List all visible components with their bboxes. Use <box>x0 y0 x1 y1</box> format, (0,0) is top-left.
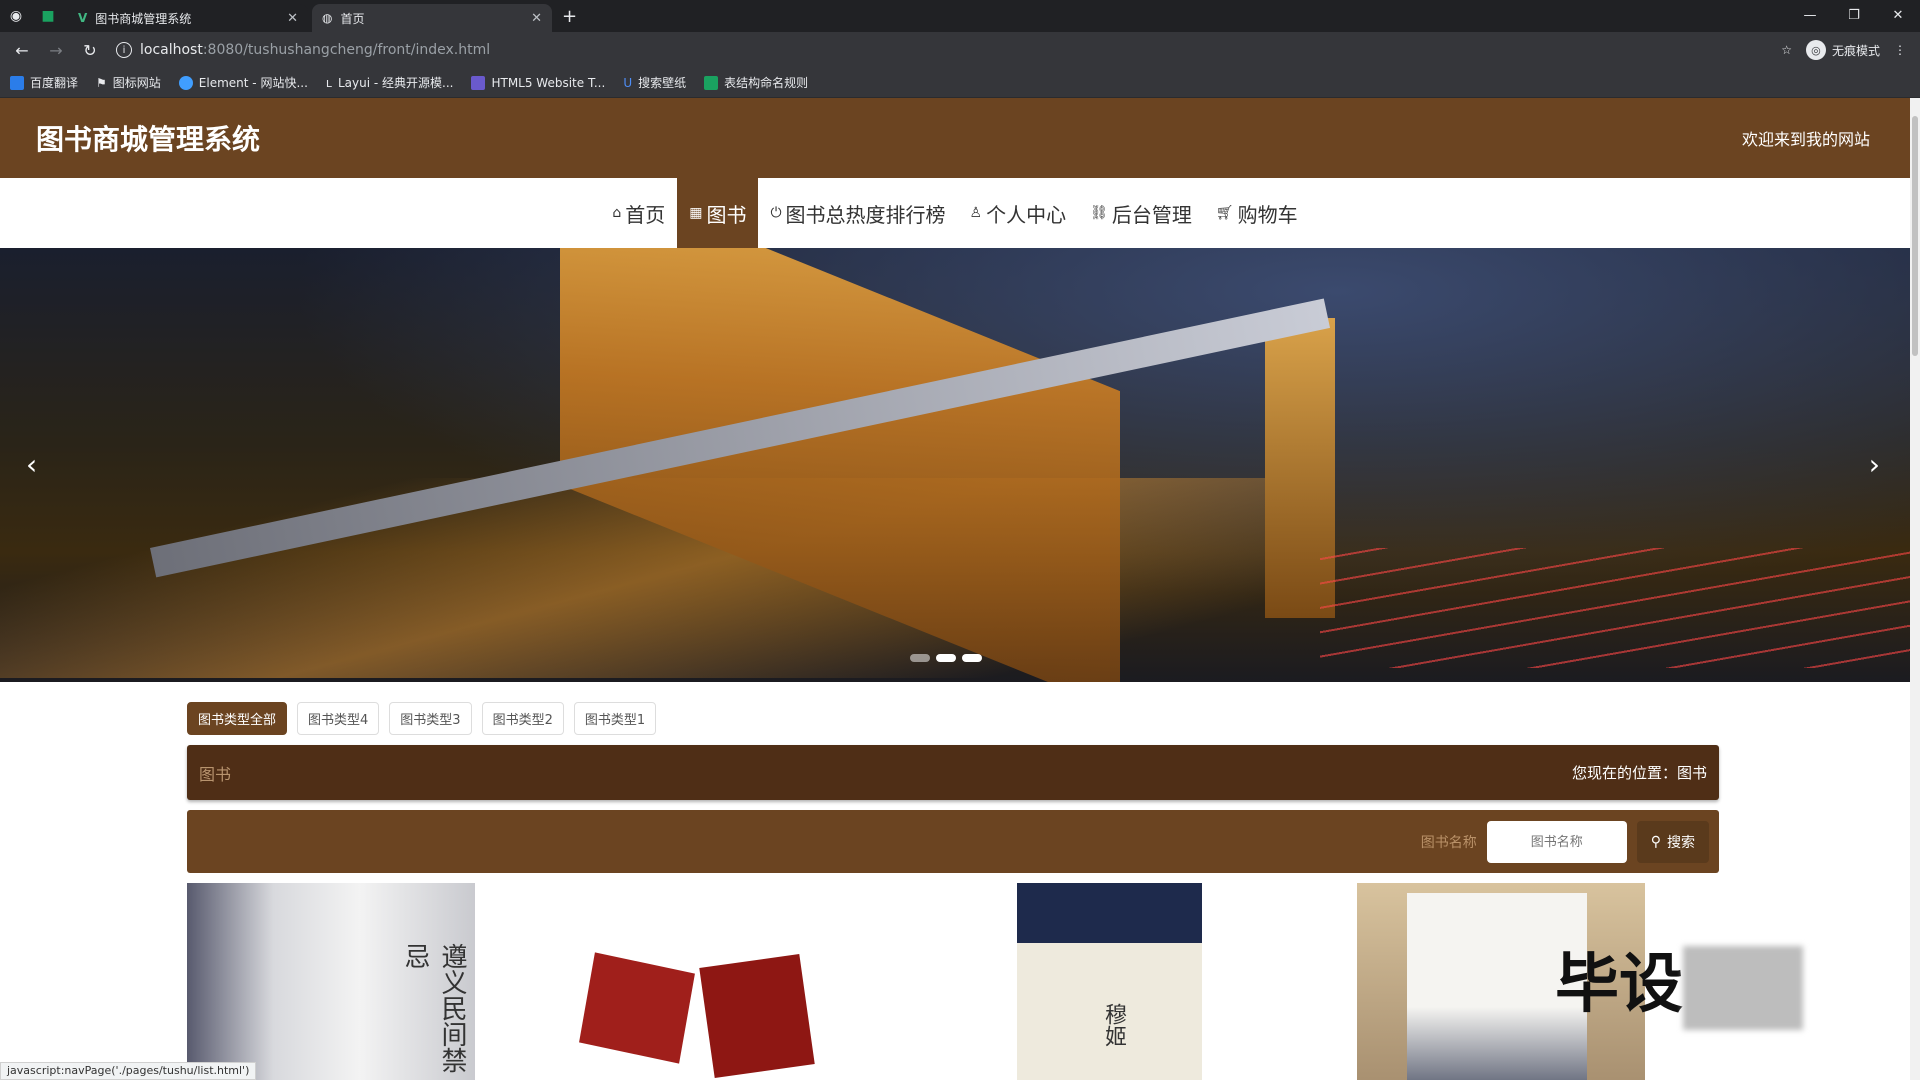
search-icon: ⚲ <box>1650 833 1661 850</box>
category-3[interactable]: 图书类型3 <box>389 702 472 735</box>
grid-icon: ▦ <box>689 205 703 221</box>
nav-item-cart[interactable]: 🛒︎ 购物车 <box>1204 178 1310 248</box>
carousel-prev-icon[interactable]: ‹ <box>26 448 37 481</box>
pinned-tab-icon[interactable]: ■ <box>32 0 64 32</box>
window-controls: — ❐ ✕ <box>1788 0 1920 30</box>
carousel-dot[interactable] <box>936 654 956 662</box>
bookmark-item[interactable]: ⚑ 图标网站 <box>96 74 161 91</box>
close-icon[interactable]: ✕ <box>287 11 298 26</box>
nav-item-admin[interactable]: ⛓ 后台管理 <box>1078 178 1204 248</box>
category-filters: 图书类型全部 图书类型4 图书类型3 图书类型2 图书类型1 <box>187 702 1719 735</box>
book-cover-title: 穆姬 <box>1101 1003 1126 1047</box>
tab-title: 图书商城管理系统 <box>95 11 192 26</box>
minimize-icon[interactable]: — <box>1788 0 1832 30</box>
link-icon: ⛓ <box>1090 205 1108 221</box>
incognito-indicator[interactable]: ◎ 无痕模式 <box>1805 40 1880 60</box>
cart-icon: 🛒︎ <box>1215 205 1234 221</box>
nav-item-ranking[interactable]: ⏻ 图书总热度排行榜 <box>758 178 957 248</box>
home-icon: ⌂ <box>612 205 622 221</box>
search-bar: 图书名称 ⚲ 搜索 <box>187 810 1719 873</box>
nav-item-home[interactable]: ⌂ 首页 <box>600 178 677 248</box>
browser-tab-1[interactable]: V 图书商城管理系统 ✕ <box>68 4 308 32</box>
book-cover-title: 遵义民间禁忌 <box>400 943 467 1073</box>
bookmark-item[interactable]: 百度翻译 <box>10 74 78 91</box>
new-tab-button[interactable]: + <box>562 4 577 32</box>
url-host: localhost <box>140 42 203 58</box>
search-button[interactable]: ⚲ 搜索 <box>1636 820 1709 863</box>
page-viewport: 图书商城管理系统 欢迎来到我的网站 ⌂ 首页 ▦ 图书 ⏻ 图书总热度排行榜 ♙ 个人中… <box>0 98 1920 1080</box>
restore-icon[interactable]: ❐ <box>1832 0 1876 30</box>
site-header: 图书商城管理系统 欢迎来到我的网站 <box>0 98 1910 178</box>
main-content: 图书类型全部 图书类型4 图书类型3 图书类型2 图书类型1 图书 您现在的位置… <box>187 702 1719 1080</box>
power-icon: ⏻ <box>770 205 782 221</box>
carousel: ‹ › <box>0 248 1910 682</box>
bookmark-item[interactable]: 表结构命名规则 <box>704 74 808 91</box>
welcome-text: 欢迎来到我的网站 <box>1741 130 1870 149</box>
main-nav: ⌂ 首页 ▦ 图书 ⏻ 图书总热度排行榜 ♙ 个人中心 ⛓ 后台管理 🛒︎ 购物车 <box>0 178 1910 248</box>
search-input[interactable] <box>1486 820 1627 863</box>
section-title: 图书 <box>199 764 232 784</box>
reload-icon[interactable]: ↻ <box>76 36 104 64</box>
flag-icon: ⚑ <box>96 75 107 90</box>
incognito-icon: ◎ <box>1805 40 1826 60</box>
book-cover[interactable]: 遵义民间禁忌 <box>187 883 475 1080</box>
carousel-dot[interactable] <box>910 654 930 662</box>
book-cover[interactable]: 穆姬 <box>1017 883 1202 1080</box>
bookmarks-bar: 百度翻译 ⚑ 图标网站 Element - 网站快... ʟ Layui - 经典开… <box>0 68 1920 98</box>
current-location: 您现在的位置：图书 <box>1571 764 1707 782</box>
close-window-icon[interactable]: ✕ <box>1876 0 1920 30</box>
globe-icon: ◍ <box>322 11 333 25</box>
carousel-next-icon[interactable]: › <box>1869 448 1880 481</box>
category-4[interactable]: 图书类型4 <box>297 702 380 735</box>
category-all[interactable]: 图书类型全部 <box>187 702 288 735</box>
browser-menu-icon[interactable]: ◉ <box>0 0 32 32</box>
category-1[interactable]: 图书类型1 <box>573 702 657 735</box>
book-cover[interactable] <box>579 883 827 1080</box>
browser-tabbar: ◉ ■ V 图书商城管理系统 ✕ ◍ 首页 ✕ + — ❐ ✕ <box>0 0 1920 32</box>
nav-item-profile[interactable]: ♙ 个人中心 <box>958 178 1079 248</box>
scrollbar-thumb[interactable] <box>1912 116 1918 356</box>
page-scrollbar[interactable] <box>1910 98 1920 1080</box>
translate-icon <box>10 75 24 90</box>
bookmark-item[interactable]: ʟ Layui - 经典开源模... <box>326 74 454 91</box>
bookmark-item[interactable]: HTML5 Website T... <box>471 75 605 90</box>
star-icon[interactable]: ☆ <box>1781 43 1792 57</box>
browser-toolbar: ← → ↻ i localhost:8080/tushushangcheng/f… <box>0 32 1920 68</box>
carousel-dot[interactable] <box>962 654 982 662</box>
user-icon: ♙ <box>969 205 983 221</box>
info-icon[interactable]: i <box>116 42 132 58</box>
html5-icon <box>471 75 486 90</box>
banner-light-trails <box>1320 548 1910 668</box>
category-2[interactable]: 图书类型2 <box>481 702 564 735</box>
tab-title: 首页 <box>340 11 365 26</box>
red-book-image <box>699 953 815 1079</box>
layui-icon: ʟ <box>325 75 332 90</box>
more-menu-icon[interactable]: ⋮ <box>1894 43 1906 57</box>
bookmark-item[interactable]: U 搜索壁纸 <box>623 74 686 91</box>
red-book-image <box>579 952 695 1064</box>
back-icon[interactable]: ← <box>8 36 36 64</box>
close-icon[interactable]: ✕ <box>531 11 542 26</box>
status-bar-url: javascript:navPage('./pages/tushu/list.h… <box>0 1062 257 1080</box>
forward-icon[interactable]: → <box>42 36 70 64</box>
blurred-area <box>1683 946 1803 1031</box>
url-path: :8080/tushushangcheng/front/index.html <box>202 42 491 58</box>
watermark: 毕设 <box>1555 933 1803 1031</box>
carousel-indicators <box>910 654 982 662</box>
vue-icon: V <box>78 11 88 25</box>
element-icon <box>178 75 193 90</box>
search-label: 图书名称 <box>1420 834 1477 851</box>
nav-item-books[interactable]: ▦ 图书 <box>677 178 759 248</box>
breadcrumb: 图书 您现在的位置：图书 <box>187 745 1719 800</box>
address-bar[interactable]: i localhost:8080/tushushangcheng/front/i… <box>110 36 1775 64</box>
book-list: 遵义民间禁忌 穆姬 <box>187 883 1719 1080</box>
sheet-icon <box>704 75 719 90</box>
bookmark-item[interactable]: Element - 网站快... <box>178 74 308 91</box>
browser-tab-2[interactable]: ◍ 首页 ✕ <box>312 4 552 32</box>
wallpaper-icon: U <box>623 75 633 90</box>
site-title: 图书商城管理系统 <box>36 123 261 156</box>
profile-label: 无痕模式 <box>1831 43 1880 58</box>
